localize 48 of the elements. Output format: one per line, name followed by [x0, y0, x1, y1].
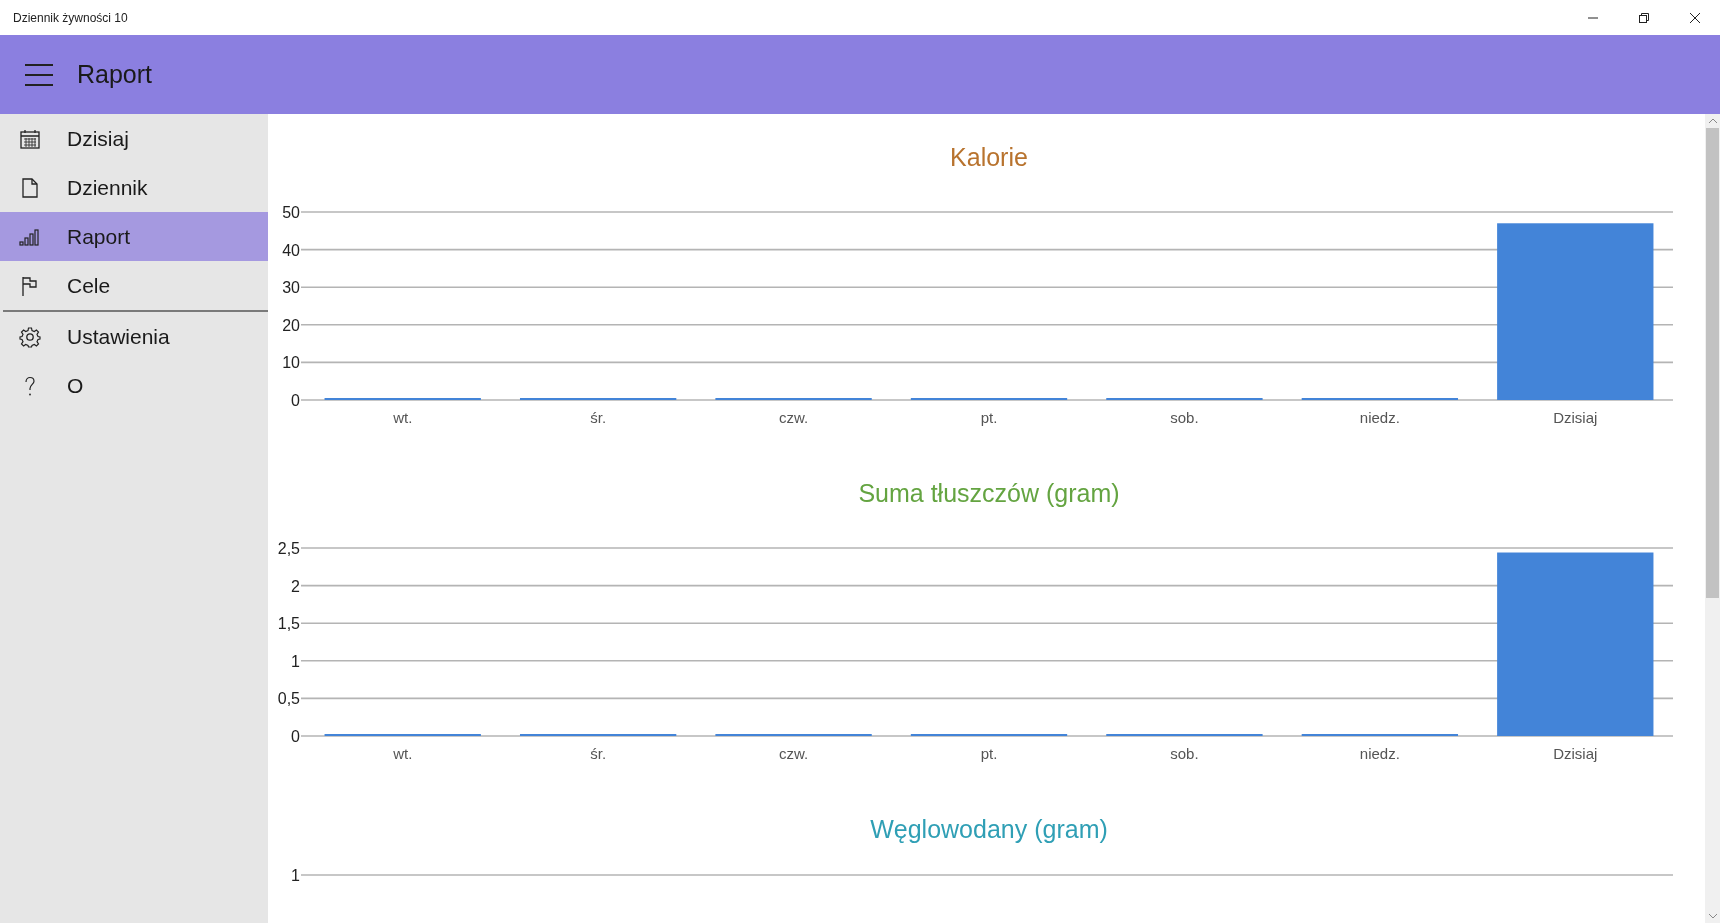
- nav-item[interactable]: Ustawienia: [0, 312, 268, 361]
- menu-button[interactable]: [24, 61, 54, 88]
- settings-icon: [19, 325, 41, 348]
- nav-item[interactable]: Dzisiaj: [0, 114, 268, 163]
- nav-item[interactable]: Raport: [0, 212, 268, 261]
- axis-label: pt.: [980, 745, 998, 762]
- page-title: Raport: [77, 60, 153, 89]
- nav-item[interactable]: O: [0, 361, 268, 410]
- calendar-icon: [19, 127, 41, 150]
- axis-label: Dzisiaj: [1553, 409, 1598, 426]
- axis-label: 1: [291, 652, 300, 670]
- axis-label: 50: [282, 204, 300, 221]
- axis-label: 0,5: [277, 690, 300, 708]
- axis-label: 1,5: [277, 615, 300, 633]
- document-icon: [19, 176, 41, 199]
- scrollbar-thumb[interactable]: [1706, 128, 1719, 598]
- chart-title: Kalorie: [950, 143, 1028, 171]
- axis-label: śr.: [590, 745, 607, 762]
- window-title: Dziennik żywności 10: [13, 10, 128, 25]
- axis-label: 20: [282, 316, 300, 334]
- axis-label: 0: [291, 392, 300, 409]
- chart-title: Suma tłuszczów (gram): [858, 479, 1120, 507]
- close-icon: [1688, 11, 1701, 24]
- axis-label: 0: [291, 728, 300, 745]
- scrollbar[interactable]: [1705, 114, 1720, 923]
- chart-title: Węglowodany (gram): [870, 815, 1108, 843]
- axis-label: czw.: [779, 409, 809, 426]
- axis-label: niedz.: [1359, 745, 1400, 762]
- axis-label: 30: [282, 279, 300, 297]
- axis-label: 2: [291, 577, 300, 595]
- nav-item[interactable]: Cele: [0, 261, 268, 310]
- axis-label: czw.: [779, 745, 809, 762]
- axis-label: wt.: [393, 409, 413, 426]
- nav-item[interactable]: Dziennik: [0, 163, 268, 212]
- scroll-up-icon[interactable]: [1707, 118, 1718, 124]
- axis-label: 1: [291, 867, 300, 884]
- axis-label: sob.: [1170, 409, 1199, 426]
- axis-label: wt.: [393, 745, 413, 762]
- axis-label: Dzisiaj: [1553, 745, 1598, 762]
- axis-label: sob.: [1170, 745, 1199, 762]
- scroll-down-icon[interactable]: [1707, 913, 1718, 919]
- axis-label: śr.: [590, 409, 607, 426]
- axis-label: 2,5: [277, 540, 300, 557]
- axis-label: 40: [282, 241, 300, 259]
- axis-label: 10: [282, 354, 300, 372]
- axis-label: pt.: [980, 409, 998, 426]
- restore-icon: [1637, 11, 1650, 24]
- axis-label: niedz.: [1359, 409, 1400, 426]
